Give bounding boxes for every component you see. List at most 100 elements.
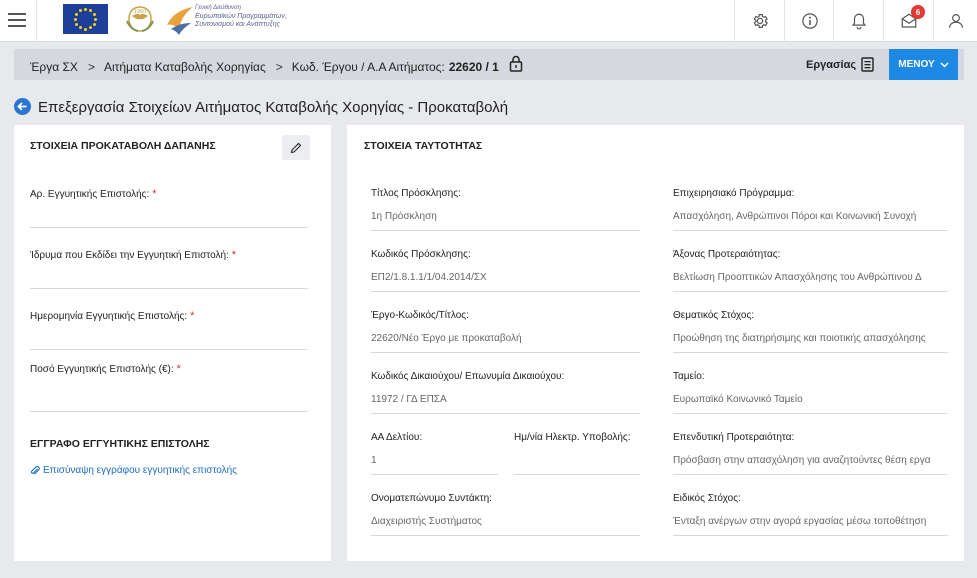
project-code-title-field: Έργο-Κωδικός/Τίτλος: 22620/Νέο Έργο με π… [371,310,640,353]
chevron-right-icon: > [87,59,95,74]
guarantee-amount-input[interactable] [30,411,308,412]
pencil-icon [290,142,302,153]
investment-priority-value: Πρόσβαση στην απασχόληση για αναζητούντε… [673,455,931,466]
report-number-value: 1 [371,455,377,466]
field-underline [371,352,640,353]
guarantee-number-label: Αρ. Εγγυητικής Επιστολής: [30,189,150,200]
guarantee-amount-label: Ποσό Εγγυητικής Επιστολής (€): [30,364,174,375]
guarantee-amount-field[interactable]: Ποσό Εγγυητικής Επιστολής (€): * [30,363,308,412]
required-marker: * [190,310,195,322]
edit-button[interactable] [282,135,310,160]
page-title: Επεξεργασία Στοιχείων Αιτήματος Καταβολή… [38,99,509,116]
chevron-right-icon: > [275,59,283,74]
svg-text:1960: 1960 [134,9,147,15]
breadcrumb-item-code-label: Κωδ. Έργου / Α.Α Αιτήματος: [291,59,445,74]
fund-value: Ευρωπαϊκό Κοινωνικό Ταμείο [673,394,803,405]
notifications-button[interactable] [834,0,883,42]
menu-button[interactable]: ΜΕΝΟΥ [889,49,958,80]
priority-axis-value: Βελτίωση Προοπτικών Απασχόλησης του Ανθρ… [673,272,922,283]
submission-date-field: Ημ/νία Ηλεκτρ. Υποβολής: [514,432,640,475]
required-marker: * [231,249,237,261]
thematic-objective-label: Θεματικός Στόχος: [673,310,755,321]
specific-objective-field: Ειδικός Στόχος: Ένταξη ανέργων στην αγορ… [673,493,948,536]
specific-objective-label: Ειδικός Στόχος: [673,493,741,504]
breadcrumb-item-requests[interactable]: Αιτήματα Καταβολής Χορηγίας [104,60,266,74]
field-underline [371,230,640,231]
fund-label: Ταμείο: [673,371,705,382]
attach-document-link[interactable]: Επισύναψη εγγράφου εγγυητικής επιστολής [30,465,237,476]
lock-icon [509,55,523,72]
user-button[interactable] [934,0,977,42]
breadcrumb: Έργα ΣΧ > Αιτήματα Καταβολής Χορηγίας > … [30,55,523,75]
specific-objective-value: Ένταξη ανέργων στην αγορά εργασίας μέσω … [673,516,927,527]
field-underline [673,413,948,414]
cyprus-emblem-logo: 1960 [126,6,154,32]
call-title-label: Τίτλος Πρόσκλησης: [371,188,461,199]
thematic-objective-value: Προώθηση της διατηρήσιμης και ποιοτικής … [673,333,926,344]
identity-details-panel: ΣΤΟΙΧΕΙΑ ΤΑΥΤΟΤΗΤΑΣ Τίτλος Πρόσκλησης: 1… [347,125,964,561]
call-title-value: 1η Πρόσκληση [371,211,437,222]
eu-star [84,7,87,11]
report-number-field: ΑΑ Δελτίου: 1 [371,432,498,475]
user-icon [948,14,963,28]
bell-icon [851,13,866,30]
author-field: Ονοματεπώνυμο Συντάκτη: Διαχειριστής Συσ… [371,493,640,536]
project-code-title-label: Έργο-Κωδικός/Τίτλος: [371,310,469,321]
back-arrow-icon[interactable] [14,98,31,115]
eu-star [92,22,96,26]
eu-star [75,22,79,26]
paperclip-icon [30,465,40,475]
fund-field: Ταμείο: Ευρωπαϊκό Κοινωνικό Ταμείο [673,371,948,414]
eu-star [89,26,92,30]
guarantee-date-label: Ημερομηνία Εγγυητικής Επιστολής: [30,311,188,322]
messages-button[interactable]: 6 [884,0,933,42]
top-bar: 1960 Γενική Διεύθυνση Ευρωπαϊκών Προγραμ… [0,0,977,42]
espa-logo: Γενική Διεύθυνση Ευρωπαϊκών Προγραμμάτων… [165,3,305,37]
field-underline [673,535,948,536]
info-icon [801,13,818,29]
guarantee-number-input[interactable] [30,227,308,228]
advance-payment-panel: ΣΤΟΙΧΕΙΑ ΠΡΟΚΑΤΑΒΟΛΗ ΔΑΠΑΝΗΣ Αρ. Εγγυητι… [14,125,331,561]
field-underline [371,291,640,292]
priority-axis-field: Άξονας Προτεραιότητας: Βελτίωση Προοπτικ… [673,249,948,292]
call-title-field: Τίτλος Πρόσκλησης: 1η Πρόσκληση [371,188,640,231]
identity-details-title: ΣΤΟΙΧΕΙΑ ΤΑΥΤΟΤΗΤΑΣ [364,140,483,152]
field-underline [673,352,948,353]
attach-document-label: Επισύναψη εγγράφου εγγυητικής επιστολής [43,465,238,476]
issuer-input[interactable] [30,288,308,289]
field-underline [371,474,498,475]
field-underline [371,535,640,536]
required-marker: * [152,188,157,200]
notification-badge: 6 [911,5,925,19]
breadcrumb-bar: Έργα ΣΧ > Αιτήματα Καταβολής Χορηγίας > … [14,49,964,80]
divider [36,0,37,42]
guarantee-date-input[interactable] [30,349,308,350]
breadcrumb-code-value: 22620 / 1 [448,59,499,74]
eu-star [94,17,97,21]
field-underline [514,474,640,475]
eu-star [84,27,87,31]
operational-programme-label: Επιχειρησιακό Πρόγραμμα: [673,188,795,199]
eu-star [92,12,96,16]
author-value: Διαχειριστής Συστήματος [371,516,482,527]
beneficiary-label: Κωδικός Δικαιούχου/ Επωνυμία Δικαιούχου: [371,371,565,382]
document-list-icon [861,57,874,72]
author-label: Ονοματεπώνυμο Συντάκτη: [371,493,492,504]
breadcrumb-item-projects[interactable]: Έργα ΣΧ [30,60,78,74]
menu-icon[interactable] [8,13,26,27]
guarantee-date-field[interactable]: Ημερομηνία Εγγυητικής Επιστολής: * [30,310,308,350]
investment-priority-field: Επενδυτική Προτεραιότητα: Πρόσβαση στην … [673,432,948,475]
issuer-label: Ίδρυμα που Εκδίδει την Εγγυητική Επιστολ… [30,250,229,261]
eu-star [79,26,82,30]
work-tasks-button[interactable]: Εργασίας [806,57,874,72]
advance-payment-title: ΣΤΟΙΧΕΙΑ ΠΡΟΚΑΤΑΒΟΛΗ ΔΑΠΑΝΗΣ [30,140,216,152]
investment-priority-label: Επενδυτική Προτεραιότητα: [673,432,795,443]
field-underline [673,291,948,292]
guarantee-number-field[interactable]: Αρ. Εγγυητικής Επιστολής: * [30,188,308,228]
work-tasks-label: Εργασίας [806,58,857,71]
project-code-title-value: 22620/Νέο Έργο με προκαταβολή [371,333,522,344]
settings-button[interactable] [735,0,784,42]
field-underline [673,474,948,475]
issuer-field[interactable]: Ίδρυμα που Εκδίδει την Εγγυητική Επιστολ… [30,249,308,289]
info-button[interactable] [785,0,834,42]
